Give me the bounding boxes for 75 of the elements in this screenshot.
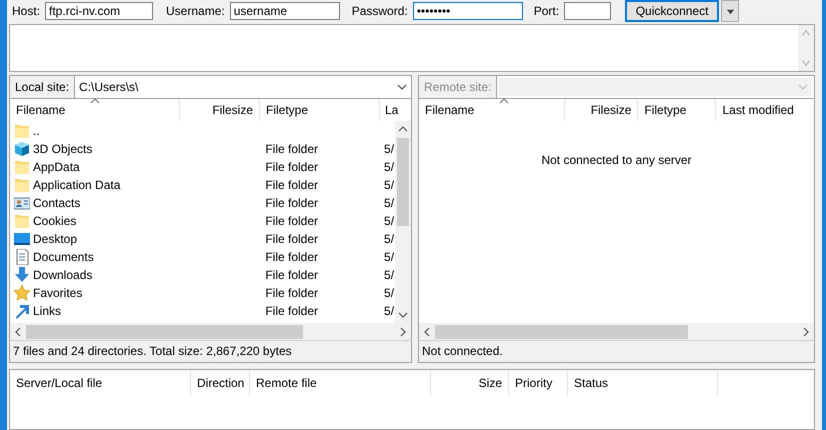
file-type: File folder [265,268,318,282]
column-header[interactable]: Filesize [180,99,260,121]
modified-date: 5/ [384,196,394,210]
file-type: File folder [265,196,318,210]
modified-date: 5/ [384,142,394,156]
caret-icon [726,6,735,16]
status-text: 7 files and 24 directories. Total size: 2,867,220 bytes [9,340,412,363]
column-header[interactable]: Direction [191,370,250,396]
modified-date: 5/ [384,232,394,246]
file-type: File folder [265,286,318,300]
file-name[interactable]: Application Data [33,178,120,192]
file-name[interactable]: .. [33,124,40,138]
quickconnect-button[interactable]: Quickconnect [625,0,720,22]
scrollbar[interactable] [395,121,411,323]
status-text: Not connected. [418,340,815,363]
modified-date: 5/ [384,286,394,300]
folder-icon [14,123,30,139]
modified-date: 5/ [384,250,394,264]
modified-date: 5/ [384,268,394,282]
scrollbar[interactable] [10,323,411,340]
down-arrow-icon [14,267,30,283]
column-header[interactable]: Priority [509,370,568,396]
input-field[interactable]: username [230,2,340,20]
file-type: File folder [265,160,318,174]
column-header[interactable]: La [380,99,411,121]
folder-icon [14,159,30,175]
file-name[interactable]: Favorites [33,286,82,300]
column-header[interactable]: Size [431,370,509,396]
file-name[interactable]: Contacts [33,196,80,210]
file-type: File folder [265,142,318,156]
file-name[interactable]: Cookies [33,214,76,228]
scrollbar-thumb[interactable] [26,324,303,338]
document-icon [14,249,30,265]
dropdown-button[interactable] [721,0,740,22]
field-label: Host: [12,4,40,18]
file-name[interactable]: Downloads [33,268,92,282]
file-type: File folder [265,178,318,192]
modified-date: 5/ [384,178,394,192]
modified-date: 5/ [384,160,394,174]
folder-icon [14,213,30,229]
column-header[interactable]: Status [568,370,718,396]
scrollbar[interactable] [419,323,814,340]
star-icon [14,285,30,301]
arrow-icon [14,303,30,319]
file-type: File folder [265,232,318,246]
input-field[interactable] [564,2,612,20]
file-name[interactable]: Desktop [33,232,78,246]
field-label: Port: [534,4,560,18]
empty-message: Not connected to any server [540,152,693,169]
file-name[interactable]: 3D Objects [33,142,92,156]
site-label: Local site: [10,76,76,98]
scrollbar-thumb[interactable] [397,138,409,226]
desktop-icon [14,231,30,247]
file-type: File folder [265,214,318,228]
contact-card-icon [14,195,30,211]
column-header[interactable]: Filetype [260,99,380,121]
input-field[interactable]: •••••••• [412,2,523,20]
file-type: File folder [265,304,318,318]
field-label: Password: [352,4,408,18]
file-name[interactable]: AppData [33,160,80,174]
file-type: File folder [265,250,318,264]
file-name[interactable]: Links [33,304,62,318]
cube-icon [14,141,30,157]
input-field[interactable]: ftp.rci-nv.com [45,2,154,20]
path-dropdown[interactable]: C:\Users\s\ [75,76,411,98]
column-header[interactable]: Filename [10,99,180,121]
field-label: Username: [166,4,225,18]
modified-date: 5/ [384,214,394,228]
column-header[interactable]: Server/Local file [10,370,191,396]
column-header[interactable]: Remote file [250,370,431,396]
scrollbar-thumb[interactable] [435,324,688,338]
site-label: Remote site: [419,76,498,98]
modified-date: 5/ [384,304,394,318]
folder-icon [14,177,30,193]
file-name[interactable]: Documents [33,250,94,264]
